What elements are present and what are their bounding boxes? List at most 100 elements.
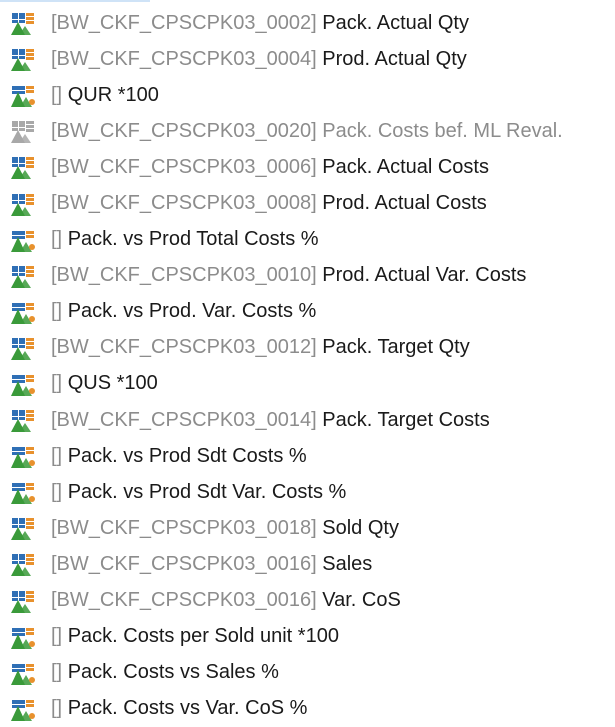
list-item[interactable]: [BW_CKF_CPSCPK03_0018] Sold Qty — [0, 510, 615, 546]
key-figure-icon — [11, 265, 34, 288]
description: Pack. Actual Costs — [322, 155, 489, 178]
technical-name: [BW_CKF_CPSCPK03_0004] — [51, 47, 317, 70]
description: Pack. Target Qty — [322, 336, 470, 359]
technical-name: [] — [51, 444, 63, 467]
description: Sold Qty — [322, 516, 399, 539]
list-item[interactable]: [] QUR *100 — [0, 77, 615, 113]
key-figure-icon — [11, 590, 34, 613]
description: Pack. vs Prod. Var. Costs % — [67, 300, 317, 323]
key-figure-icon — [11, 13, 34, 36]
list-item[interactable]: [BW_CKF_CPSCPK03_0016] Var. CoS — [0, 583, 615, 619]
list-item[interactable]: [BW_CKF_CPSCPK03_0012] Pack. Target Qty — [0, 330, 615, 366]
description: Pack. vs Prod Sdt Var. Costs % — [67, 480, 347, 503]
list-item[interactable]: [] Pack. Costs vs Var. CoS % — [0, 691, 615, 727]
technical-name: [] — [51, 661, 63, 684]
technical-name: [] — [51, 83, 63, 106]
key-figure-list: [BW_CKF_CPSCPK03_0002] Pack. Actual Qty … — [0, 5, 615, 727]
technical-name: [BW_CKF_CPSCPK03_0018] — [51, 516, 317, 539]
list-item[interactable]: [BW_CKF_CPSCPK03_0020] Pack. Costs bef. … — [0, 113, 615, 149]
item-label: [] Pack. Costs per Sold unit *100 — [51, 625, 339, 648]
list-item[interactable]: [] Pack. vs Prod Total Costs % — [0, 222, 615, 258]
list-item[interactable]: [BW_CKF_CPSCPK03_0014] Pack. Target Cost… — [0, 402, 615, 438]
technical-name: [BW_CKF_CPSCPK03_0008] — [51, 192, 317, 215]
item-label: [BW_CKF_CPSCPK03_0006] Pack. Actual Cost… — [51, 156, 489, 179]
calculated-key-figure-icon — [11, 230, 35, 252]
calculated-key-figure-icon — [11, 374, 35, 396]
description: Prod. Actual Var. Costs — [322, 264, 527, 287]
item-label: [BW_CKF_CPSCPK03_0018] Sold Qty — [51, 517, 399, 540]
item-label: [] Pack. Costs vs Sales % — [51, 661, 279, 684]
technical-name: [BW_CKF_CPSCPK03_0006] — [51, 155, 317, 178]
calculated-key-figure-icon — [11, 302, 35, 324]
description: Pack. Costs vs Sales % — [67, 661, 279, 684]
description: Var. CoS — [322, 589, 401, 612]
item-label: [] Pack. vs Prod Sdt Costs % — [51, 445, 307, 468]
key-figure-icon — [11, 49, 34, 72]
item-label: [BW_CKF_CPSCPK03_0016] Sales — [51, 553, 372, 576]
description: QUS *100 — [67, 372, 158, 395]
list-item[interactable]: [BW_CKF_CPSCPK03_0006] Pack. Actual Cost… — [0, 149, 615, 185]
list-item[interactable]: [] Pack. Costs vs Sales % — [0, 655, 615, 691]
calculated-key-figure-icon — [11, 699, 35, 721]
technical-name: [BW_CKF_CPSCPK03_0012] — [51, 336, 317, 359]
key-figure-icon — [11, 518, 34, 541]
key-figure-icon — [11, 121, 34, 144]
item-label: [BW_CKF_CPSCPK03_0002] Pack. Actual Qty — [51, 12, 469, 35]
description: Pack. vs Prod Sdt Costs % — [67, 444, 307, 467]
list-item[interactable]: [BW_CKF_CPSCPK03_0008] Prod. Actual Cost… — [0, 185, 615, 221]
key-figure-icon — [11, 337, 34, 360]
technical-name: [BW_CKF_CPSCPK03_0016] — [51, 589, 317, 612]
key-figure-icon — [11, 554, 34, 577]
item-label: [BW_CKF_CPSCPK03_0020] Pack. Costs bef. … — [51, 120, 563, 143]
description: QUR *100 — [67, 83, 159, 106]
list-item[interactable]: [BW_CKF_CPSCPK03_0016] Sales — [0, 546, 615, 582]
calculated-key-figure-icon — [11, 663, 35, 685]
technical-name: [] — [51, 372, 63, 395]
description: Pack. Costs bef. ML Reval. — [322, 119, 563, 142]
technical-name: [BW_CKF_CPSCPK03_0020] — [51, 119, 317, 142]
list-item[interactable]: [] Pack. vs Prod Sdt Costs % — [0, 438, 615, 474]
technical-name: [BW_CKF_CPSCPK03_0002] — [51, 11, 317, 34]
item-label: [BW_CKF_CPSCPK03_0016] Var. CoS — [51, 589, 401, 612]
key-figure-icon — [11, 157, 34, 180]
item-label: [BW_CKF_CPSCPK03_0008] Prod. Actual Cost… — [51, 192, 487, 215]
key-figure-icon — [11, 410, 34, 433]
item-label: [BW_CKF_CPSCPK03_0010] Prod. Actual Var.… — [51, 264, 526, 287]
calculated-key-figure-icon — [11, 483, 35, 505]
item-label: [] Pack. vs Prod Total Costs % — [51, 228, 319, 251]
technical-name: [] — [51, 625, 63, 648]
description: Prod. Actual Qty — [322, 47, 467, 70]
technical-name: [] — [51, 300, 63, 323]
item-label: [] Pack. vs Prod Sdt Var. Costs % — [51, 481, 346, 504]
technical-name: [] — [51, 228, 63, 251]
list-item[interactable]: [] QUS *100 — [0, 366, 615, 402]
calculated-key-figure-icon — [11, 627, 35, 649]
technical-name: [] — [51, 480, 63, 503]
list-item[interactable]: [] Pack. vs Prod Sdt Var. Costs % — [0, 474, 615, 510]
item-label: [] QUR *100 — [51, 84, 159, 107]
item-label: [] Pack. Costs vs Var. CoS % — [51, 697, 307, 720]
item-label: [] Pack. vs Prod. Var. Costs % — [51, 300, 316, 323]
item-label: [BW_CKF_CPSCPK03_0004] Prod. Actual Qty — [51, 48, 467, 71]
item-label: [] QUS *100 — [51, 372, 158, 395]
description: Pack. Costs vs Var. CoS % — [67, 697, 308, 720]
list-item[interactable]: [BW_CKF_CPSCPK03_0004] Prod. Actual Qty — [0, 41, 615, 77]
description: Prod. Actual Costs — [322, 192, 487, 215]
item-label: [BW_CKF_CPSCPK03_0014] Pack. Target Cost… — [51, 409, 490, 432]
technical-name: [BW_CKF_CPSCPK03_0014] — [51, 408, 317, 431]
technical-name: [BW_CKF_CPSCPK03_0016] — [51, 552, 317, 575]
description: Pack. Target Costs — [322, 408, 490, 431]
description: Pack. Costs per Sold unit *100 — [67, 625, 339, 648]
list-item[interactable]: [] Pack. Costs per Sold unit *100 — [0, 619, 615, 655]
list-item[interactable]: [] Pack. vs Prod. Var. Costs % — [0, 294, 615, 330]
description: Pack. vs Prod Total Costs % — [67, 228, 319, 251]
key-figure-icon — [11, 193, 34, 216]
list-item[interactable]: [BW_CKF_CPSCPK03_0010] Prod. Actual Var.… — [0, 258, 615, 294]
technical-name: [BW_CKF_CPSCPK03_0010] — [51, 264, 317, 287]
selection-edge — [0, 0, 150, 2]
list-item[interactable]: [BW_CKF_CPSCPK03_0002] Pack. Actual Qty — [0, 5, 615, 41]
item-label: [BW_CKF_CPSCPK03_0012] Pack. Target Qty — [51, 336, 470, 359]
calculated-key-figure-icon — [11, 86, 35, 108]
technical-name: [] — [51, 697, 63, 720]
calculated-key-figure-icon — [11, 447, 35, 469]
